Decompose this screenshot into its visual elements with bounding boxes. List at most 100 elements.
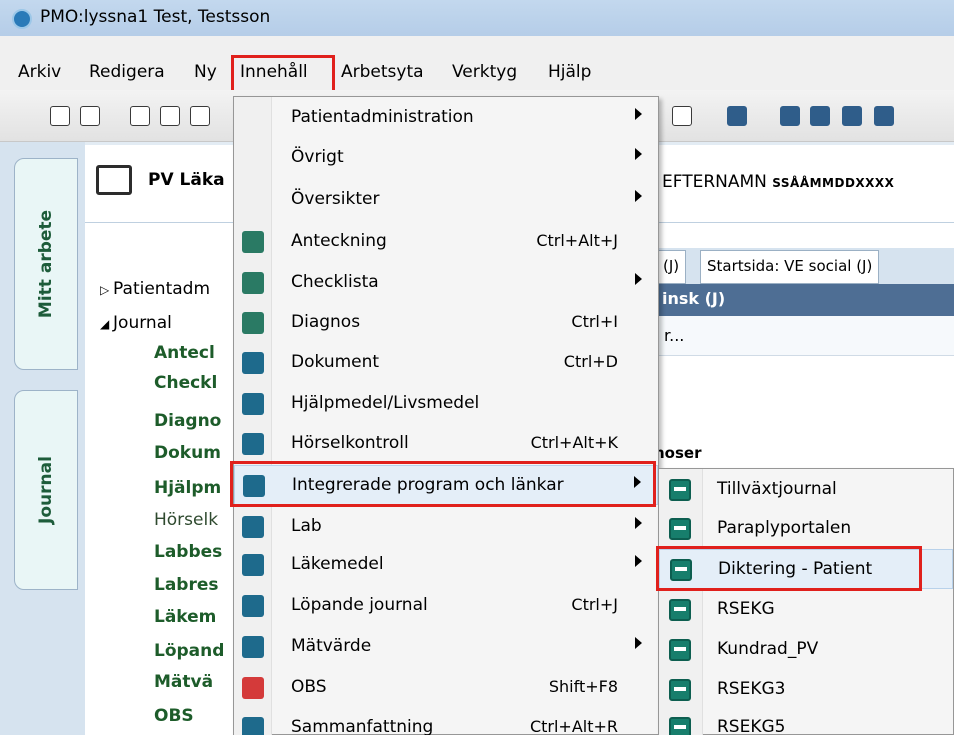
- tree-sub-item[interactable]: Hjälpm: [154, 478, 221, 498]
- menu-item-obs[interactable]: OBS Shift+F8: [234, 668, 658, 708]
- tab-mitt-arbete-label: Mitt arbete: [36, 209, 56, 319]
- tab-mitt-arbete[interactable]: Mitt arbete: [14, 158, 78, 370]
- tree-sub-item[interactable]: Mätvä: [154, 672, 213, 692]
- close-icon[interactable]: [80, 106, 100, 126]
- tab-startsida[interactable]: Startsida: VE social (J): [700, 250, 880, 284]
- tree-sub-item[interactable]: Labbes: [154, 542, 222, 562]
- submenu-item-rsekg[interactable]: RSEKG: [659, 590, 953, 630]
- menu-label: Hörselkontroll: [291, 433, 409, 453]
- columns-icon[interactable]: [842, 106, 862, 126]
- tree-sub-item[interactable]: Läkem: [154, 607, 216, 627]
- submenu-label: RSEKG3: [717, 679, 786, 699]
- tree-sub-item[interactable]: Hörselk: [154, 510, 218, 530]
- menu-item-horselkontroll[interactable]: Hörselkontroll Ctrl+Alt+K: [234, 424, 658, 464]
- menu-item-checklista[interactable]: Checklista: [234, 263, 658, 303]
- grid-icon[interactable]: [780, 106, 800, 126]
- rows-icon[interactable]: [874, 106, 894, 126]
- summary-icon: [242, 717, 264, 735]
- menu-arkiv[interactable]: Arkiv: [18, 62, 61, 82]
- menu-label: Patientadministration: [291, 107, 474, 127]
- window-icon: [669, 599, 691, 621]
- copy-icon[interactable]: [160, 106, 180, 126]
- submenu-label: Tillväxtjournal: [717, 479, 837, 499]
- window-icon: [669, 639, 691, 661]
- submenu-label: Paraplyportalen: [717, 518, 852, 538]
- menu-label: Mätvärde: [291, 636, 372, 656]
- menu-item-sammanfattning[interactable]: Sammanfattning Ctrl+Alt+R: [234, 708, 658, 735]
- menu-item-dokument[interactable]: Dokument Ctrl+D: [234, 343, 658, 383]
- submenu-arrow-icon: [635, 190, 642, 202]
- menu-shortcut: Ctrl+Alt+J: [536, 231, 618, 250]
- menu-item-diagnos[interactable]: Diagnos Ctrl+I: [234, 303, 658, 343]
- refresh-icon[interactable]: [727, 106, 747, 126]
- submenu-label: RSEKG5: [717, 717, 786, 735]
- dropdown-icon[interactable]: [672, 106, 692, 126]
- menu-item-lab[interactable]: Lab: [234, 507, 658, 547]
- patient-id: SSÅÅMMDDXXXX: [772, 176, 895, 190]
- unit-label: PV Läka: [148, 170, 225, 190]
- submenu-arrow-icon: [635, 555, 642, 567]
- menu-item-matvarde[interactable]: Mätvärde: [234, 627, 658, 667]
- menu-shortcut: Ctrl+Alt+K: [530, 433, 618, 452]
- menu-hjalp[interactable]: Hjälp: [548, 62, 591, 82]
- aids-icon: [242, 393, 264, 415]
- tree-item-patientadm[interactable]: ▷ Patientadm: [100, 279, 210, 299]
- submenu-item-kundrad[interactable]: Kundrad_PV: [659, 630, 953, 670]
- tree-sub-item[interactable]: Löpand: [154, 641, 224, 661]
- menu-label: Diagnos: [291, 312, 361, 332]
- window-icon: [669, 518, 691, 540]
- zoom-icon[interactable]: [50, 106, 70, 126]
- patient-surname: EFTERNAMN: [662, 172, 767, 192]
- tree-sub-item[interactable]: Dokum: [154, 443, 221, 463]
- diagnoser-label: noser: [654, 444, 702, 462]
- submenu-item-rsekg3[interactable]: RSEKG3: [659, 670, 953, 710]
- menu-shortcut: Ctrl+D: [563, 352, 618, 371]
- headphones-icon: [242, 433, 264, 455]
- window-title: PMO:lyssna1 Test, Testsson: [40, 7, 271, 27]
- warning-icon: [242, 677, 264, 699]
- tree-sub-item[interactable]: Antecl: [154, 343, 215, 363]
- submenu-arrow-icon: [635, 148, 642, 160]
- window-icon: [669, 479, 691, 501]
- tree-sub-item[interactable]: Checkl: [154, 373, 217, 393]
- tree-sub-item[interactable]: OBS: [154, 706, 194, 726]
- note-icon: [242, 231, 264, 253]
- submenu-item-rsekg5[interactable]: RSEKG5: [659, 708, 953, 735]
- page-icon[interactable]: [190, 106, 210, 126]
- split-icon[interactable]: [810, 106, 830, 126]
- menu-item-oversikter[interactable]: Översikter: [234, 180, 658, 220]
- tree-sub-item[interactable]: Labres: [154, 575, 219, 595]
- submenu-arrow-icon: [635, 108, 642, 120]
- tab-journal[interactable]: Journal: [14, 390, 78, 590]
- pill-icon: [242, 554, 264, 576]
- menu-shortcut: Ctrl+J: [571, 595, 618, 614]
- highlight-submenu-diktering: [656, 546, 922, 591]
- menu-item-anteckning[interactable]: Anteckning Ctrl+Alt+J: [234, 222, 658, 262]
- print-icon[interactable]: [130, 106, 150, 126]
- submenu-item-tillvaxtjournal[interactable]: Tillväxtjournal: [659, 470, 953, 510]
- submenu-item-paraplyportalen[interactable]: Paraplyportalen: [659, 509, 953, 549]
- menu-item-hjalpmedel[interactable]: Hjälpmedel/Livsmedel: [234, 384, 658, 424]
- submenu-label: Kundrad_PV: [717, 639, 819, 659]
- tab-j[interactable]: (J): [656, 250, 687, 284]
- test-tube-icon: [242, 516, 264, 538]
- menu-ny[interactable]: Ny: [194, 62, 217, 82]
- submenu-arrow-icon: [635, 273, 642, 285]
- section-row[interactable]: r...: [654, 316, 954, 356]
- menu-item-lopande-journal[interactable]: Löpande journal Ctrl+J: [234, 586, 658, 626]
- menu-shortcut: Shift+F8: [548, 677, 618, 696]
- tree-item-journal[interactable]: ◢ Journal: [100, 313, 172, 333]
- diagnosis-icon: [242, 312, 264, 334]
- menu-verktyg[interactable]: Verktyg: [452, 62, 517, 82]
- submenu-arrow-icon: [635, 637, 642, 649]
- menu-item-lakemedel[interactable]: Läkemedel: [234, 545, 658, 585]
- collapse-icon: ◢: [100, 317, 114, 331]
- tree-sub-item[interactable]: Diagno: [154, 411, 221, 431]
- menu-redigera[interactable]: Redigera: [89, 62, 165, 82]
- menu-item-patientadministration[interactable]: Patientadministration: [234, 98, 658, 138]
- menu-arbetsyta[interactable]: Arbetsyta: [341, 62, 424, 82]
- submenu-arrow-icon: [635, 517, 642, 529]
- menu-label: Dokument: [291, 352, 380, 372]
- tab-journal-label: Journal: [36, 456, 56, 524]
- menu-item-ovrigt[interactable]: Övrigt: [234, 138, 658, 178]
